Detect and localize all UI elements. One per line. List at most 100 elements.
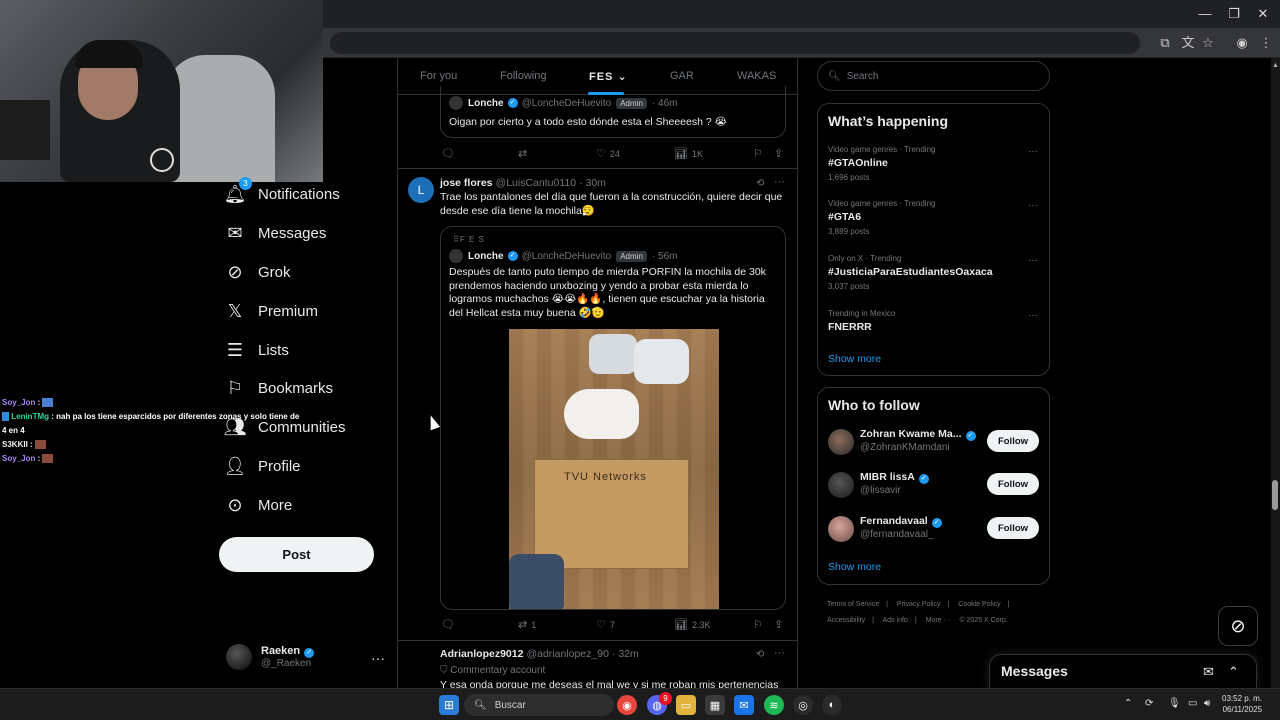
footer-link[interactable]: Ads info (883, 617, 908, 624)
trend-name[interactable]: FNERRR (828, 321, 872, 333)
scrollbar-thumb[interactable] (1272, 480, 1278, 510)
minimize-icon[interactable]: — (1190, 4, 1220, 24)
footer-link[interactable]: Terms of Service (827, 601, 879, 608)
mail-icon[interactable]: ✉ (734, 695, 754, 715)
footer-link[interactable]: More ··· (926, 617, 951, 624)
grok-floating-button[interactable]: ⊘ (1218, 606, 1258, 646)
reply-icon: 🗨︎ (441, 148, 455, 160)
spotify-icon[interactable]: ≋ (764, 695, 784, 715)
post-button[interactable]: Post (219, 537, 374, 572)
author-name[interactable]: Adrianlopez9012 (440, 648, 523, 660)
bookmark-button[interactable]: ⚐ (753, 618, 767, 631)
profile-avatar-icon[interactable]: ◉ (1232, 33, 1252, 53)
nav-profile[interactable]: 👤︎ Profile (224, 451, 301, 481)
taskbar-search[interactable]: 🔍︎ Buscar (464, 694, 614, 716)
more-icon[interactable]: ··· (1028, 255, 1038, 266)
repost-button[interactable]: ⇄ 1 (518, 618, 536, 631)
tab-following[interactable]: Following (500, 70, 546, 82)
views-button[interactable]: 📊︎ 1K (674, 147, 703, 160)
like-button[interactable]: ♡ 7 (596, 618, 615, 631)
footer-link[interactable]: Accessibility (827, 617, 865, 624)
tab-for-you[interactable]: For you (420, 70, 457, 82)
app-icon[interactable]: ◎ (793, 695, 813, 715)
footer-link[interactable]: Cookie Policy (958, 601, 1000, 608)
nav-bookmarks[interactable]: ⚐ Bookmarks (224, 373, 333, 403)
author-handle[interactable]: @LuisCantu0110 (496, 177, 577, 189)
like-button[interactable]: ♡ 24 (596, 147, 620, 160)
tab-fes[interactable]: FES ⌄ (589, 70, 628, 83)
reply-button[interactable]: 🗨︎ (441, 147, 459, 160)
follow-button[interactable]: Follow (987, 430, 1039, 452)
tweet-image[interactable]: TVU Networks (509, 329, 719, 609)
grok-icon: ⊘ (227, 261, 243, 282)
nav-messages[interactable]: ✉ Messages (224, 218, 326, 248)
volume-icon[interactable]: 🔊︎ (1204, 698, 1210, 709)
network-icon[interactable]: ▭ (1188, 698, 1197, 709)
search-input[interactable]: 🔍︎ Search (817, 61, 1050, 91)
account-more-icon[interactable]: ··· (371, 650, 385, 666)
nav-notifications[interactable]: 🔔︎ 3 Notifications (224, 177, 340, 209)
microphone-icon[interactable]: 🎙︎ (1168, 698, 1181, 709)
views-button[interactable]: 📊︎ 2.3K (674, 618, 710, 631)
cast-icon[interactable]: ⧉ (1155, 33, 1175, 53)
author-name[interactable]: jose flores (440, 177, 493, 189)
messages-drawer[interactable]: Messages ✉ ⌃ (989, 654, 1257, 690)
tray-app-icon[interactable]: ⟳ (1145, 698, 1153, 709)
nav-communities[interactable]: 👥︎ Communities (224, 412, 346, 442)
repost-button[interactable]: ⇄ (518, 147, 531, 160)
notification-badge: 9 (659, 692, 672, 705)
nav-lists[interactable]: ☰ Lists (224, 335, 289, 365)
bookmark-button[interactable]: ⚐ (753, 147, 767, 160)
trend-name[interactable]: #GTAOnline (828, 157, 888, 169)
system-clock[interactable]: 03:52 p. m. 06/11/2025 (1222, 693, 1262, 715)
account-switcher[interactable]: Raeken ✓ @_Raeken (226, 644, 318, 670)
follow-button[interactable]: Follow (987, 473, 1039, 495)
share-button[interactable]: ⇪ (774, 147, 787, 160)
chrome-icon[interactable]: ◉ (617, 695, 637, 715)
file-explorer-icon[interactable]: ▭ (676, 695, 696, 715)
quoted-tweet[interactable]: Lonche ✓ @LoncheDeHuevito Admin · 46m Oi… (440, 86, 786, 138)
follow-suggestion[interactable]: Fernandavaal ✓ @fernandavaal_ Follow (828, 513, 1043, 543)
store-icon[interactable]: ▦ (705, 695, 725, 715)
show-more-link[interactable]: Show more (828, 561, 881, 573)
tab-wakas[interactable]: WAKAS (737, 70, 776, 82)
avatar[interactable]: L (408, 177, 434, 203)
restore-icon[interactable]: ❐ (1219, 4, 1249, 24)
trend-name[interactable]: #GTA6 (828, 211, 861, 223)
translate-icon[interactable]: 文 (1178, 33, 1198, 53)
kebab-menu-icon[interactable]: ⋮ (1256, 33, 1276, 53)
follow-button[interactable]: Follow (987, 517, 1039, 539)
follow-suggestion[interactable]: Zohran Kwame Ma... ✓ @ZohranKMamdani Foll… (828, 426, 1043, 456)
nav-grok[interactable]: ⊘ Grok (224, 257, 290, 287)
author-handle[interactable]: @adrianlopez_90 (526, 648, 608, 660)
more-icon[interactable]: ··· (1028, 146, 1038, 157)
follow-suggestion[interactable]: MIBR lissA ✓ @lissavir Follow (828, 469, 1043, 499)
nav-label: More (258, 496, 293, 514)
url-field[interactable] (330, 32, 1140, 54)
grok-icon[interactable]: ⟲ (756, 649, 764, 660)
scrollbar[interactable] (1271, 58, 1280, 688)
star-icon[interactable]: ☆ (1198, 33, 1218, 53)
windows-start-icon[interactable]: ⊞ (439, 695, 459, 715)
more-icon[interactable]: ··· (774, 647, 785, 659)
discord-icon[interactable]: ◍ 9 (647, 692, 672, 715)
more-icon[interactable]: ··· (1028, 200, 1038, 211)
expand-up-icon[interactable]: ⌃ (1228, 664, 1239, 680)
obs-icon[interactable]: ◐ (822, 695, 842, 715)
footer-link[interactable]: Privacy Policy (897, 601, 941, 608)
more-icon[interactable]: ··· (1028, 310, 1038, 321)
new-message-icon[interactable]: ✉ (1203, 664, 1214, 680)
nav-premium[interactable]: 𝕏 Premium (224, 296, 318, 326)
tab-gar[interactable]: GAR (670, 70, 694, 82)
tray-overflow-icon[interactable]: ⌃ (1124, 698, 1132, 709)
scroll-up-icon[interactable]: ▲ (1272, 62, 1279, 69)
share-button[interactable]: ⇪ (774, 618, 787, 631)
nav-more[interactable]: ⊙ More (224, 490, 292, 520)
reply-button[interactable]: 🗨︎ (441, 618, 459, 631)
grok-icon[interactable]: ⟲ (756, 178, 764, 189)
more-icon[interactable]: ··· (774, 176, 785, 188)
trend-name[interactable]: #JusticiaParaEstudiantesOaxaca (828, 266, 993, 278)
show-more-link[interactable]: Show more (828, 353, 881, 365)
trend-count: 1,696 posts (828, 173, 870, 182)
close-icon[interactable]: ✕ (1248, 4, 1278, 24)
